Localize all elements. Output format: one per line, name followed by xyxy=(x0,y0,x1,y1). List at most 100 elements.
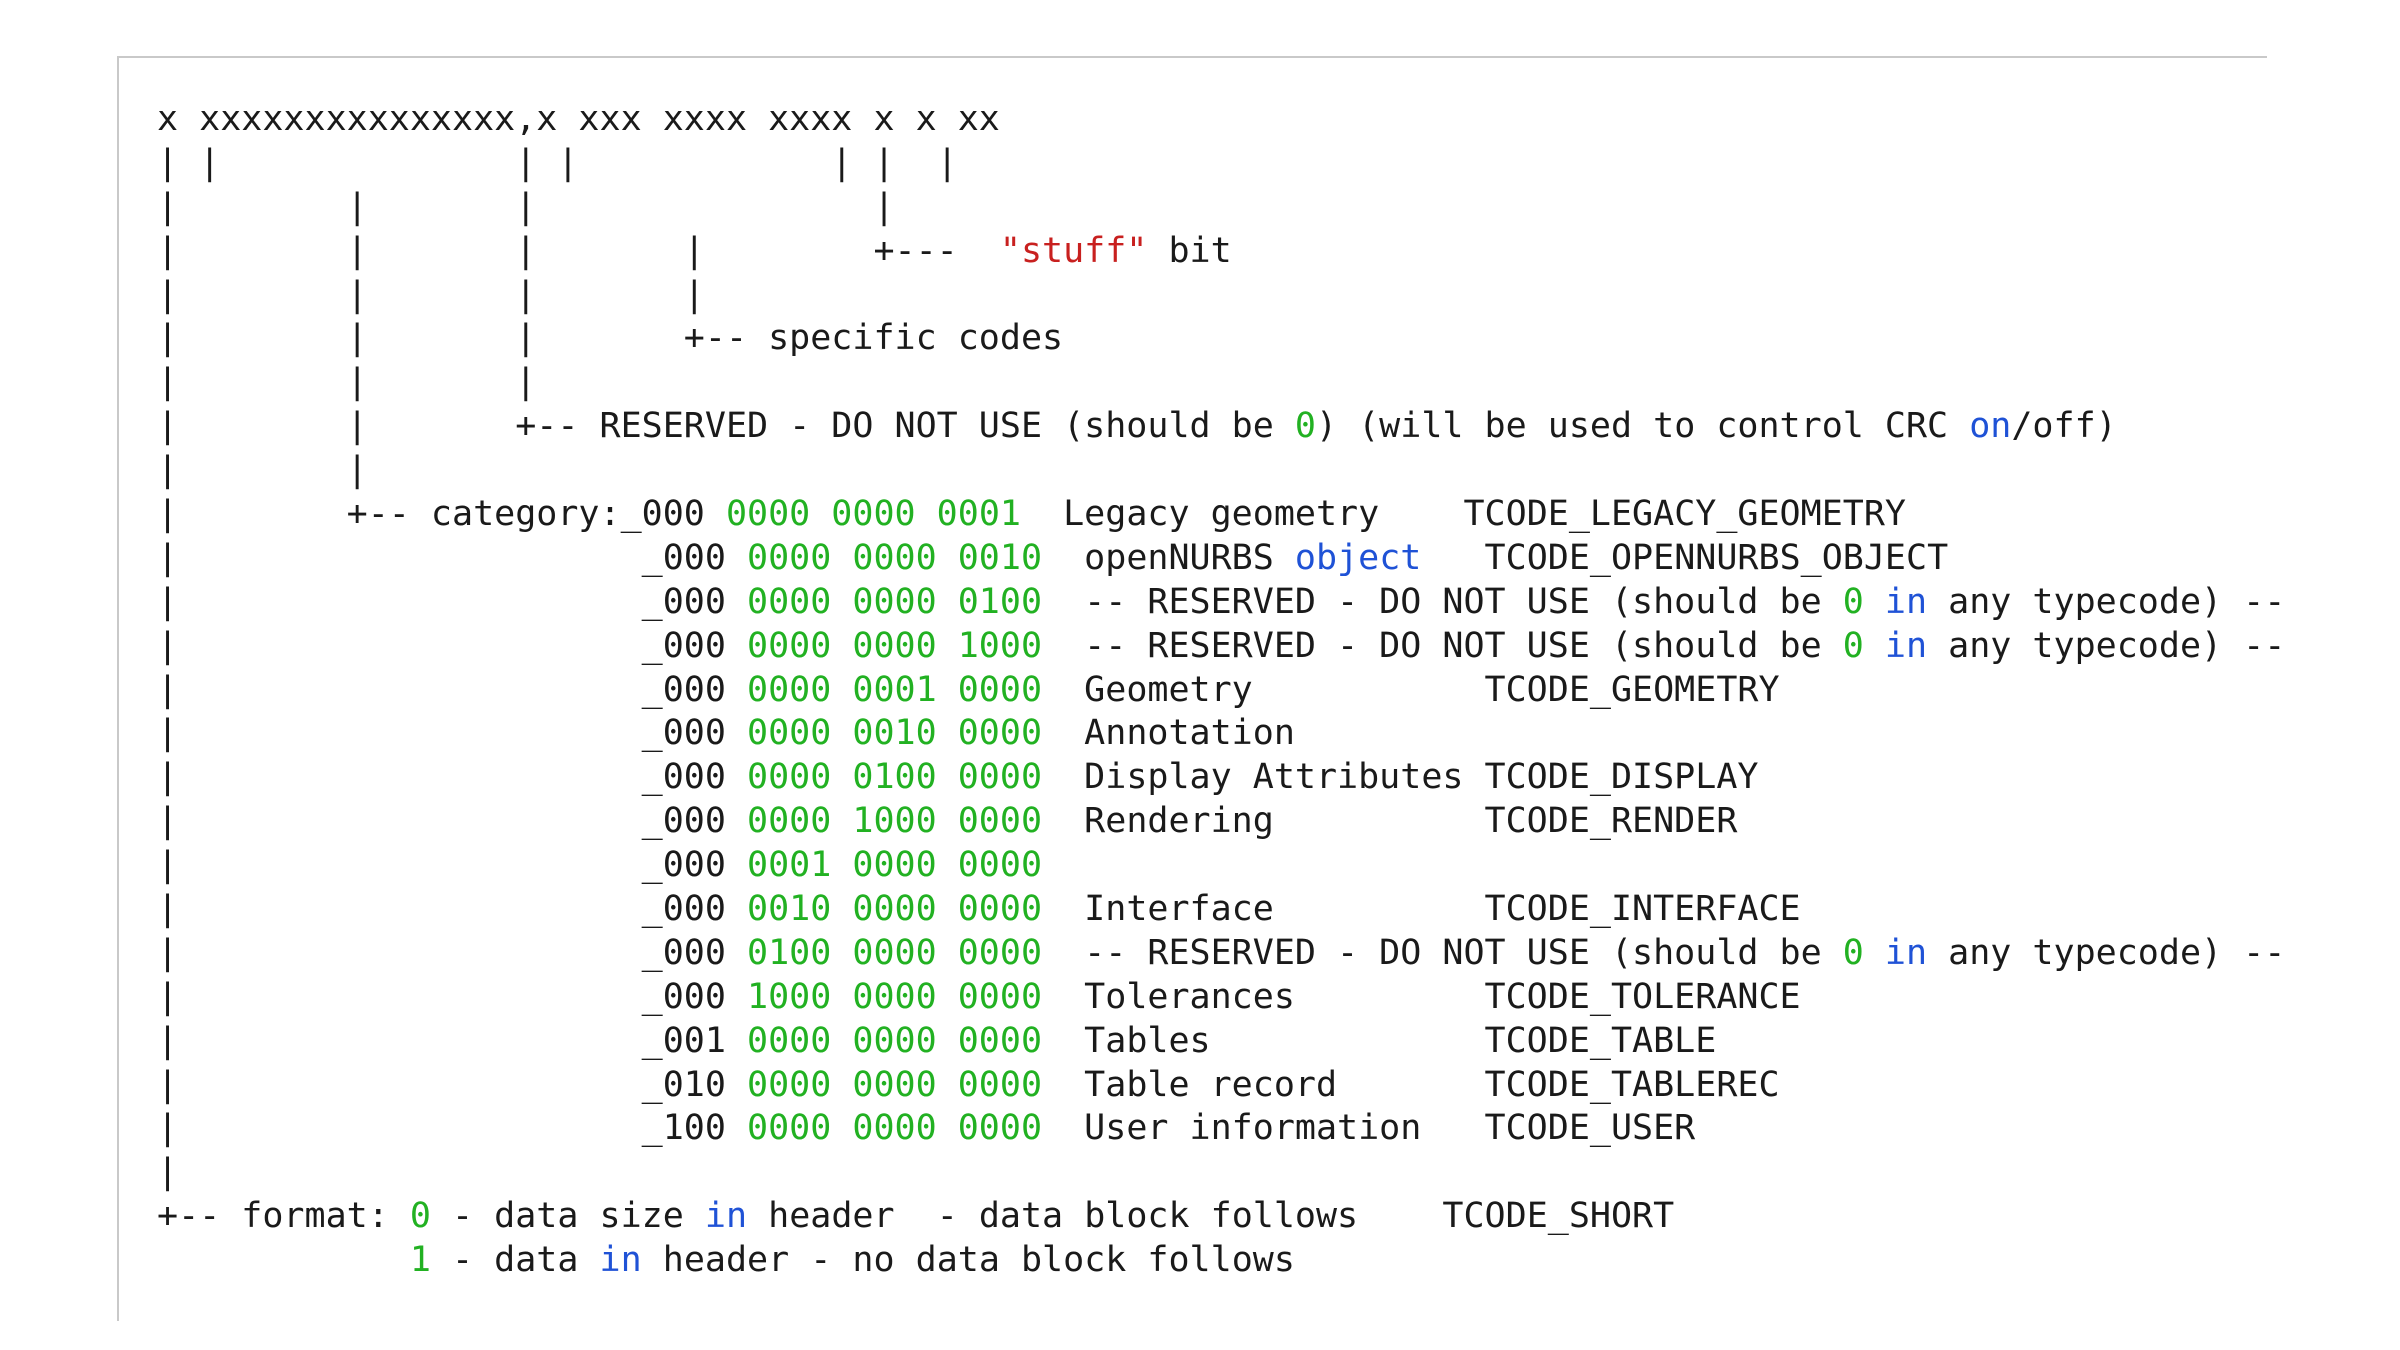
code-text: x xxxxxxxxxxxxxxx,x xxx xxxx xxxx x x xx xyxy=(157,99,1000,139)
code-text: header - data block follows TCODE_SHORT xyxy=(747,1196,1675,1237)
code-token-green: 0000 0000 0100 xyxy=(747,581,1043,622)
code-line: | _000 0001 0000 0000 xyxy=(157,844,2285,888)
code-text: header - no data block follows xyxy=(641,1240,1295,1281)
code-text: | _000 xyxy=(157,757,748,798)
code-text: | | | | +--- xyxy=(157,230,1000,271)
code-line: | | | +-- specific codes xyxy=(157,317,2285,361)
code-line: | | | | xyxy=(157,274,2285,318)
code-token-green: 0000 0000 0000 xyxy=(747,1020,1043,1061)
code-token-red: "stuff" xyxy=(999,230,1148,271)
code-text: Legacy geometry TCODE_LEGACY_GEOMETRY xyxy=(1020,494,1906,535)
code-text: Geometry TCODE_GEOMETRY xyxy=(1042,669,1780,710)
code-token-green: 0000 1000 0000 xyxy=(747,801,1043,842)
code-text: | _000 xyxy=(157,537,748,578)
code-line: | _000 0010 0000 0000 Interface TCODE_IN… xyxy=(157,888,2285,932)
code-token-green: 0 xyxy=(1842,932,1864,973)
code-text: | _000 xyxy=(157,801,748,842)
code-line: | | | | xyxy=(157,186,2285,230)
code-token-blue: in xyxy=(1884,932,1928,973)
code-line: | _000 0000 0000 1000 -- RESERVED - DO N… xyxy=(157,625,2285,669)
code-text: Annotation xyxy=(1042,713,1295,754)
code-line: | | +-- RESERVED - DO NOT USE (should be… xyxy=(157,405,2285,449)
code-token-green: 0000 0010 0000 xyxy=(747,713,1043,754)
code-line: | _000 1000 0000 0000 Tolerances TCODE_T… xyxy=(157,976,2285,1020)
code-text: User information TCODE_USER xyxy=(1042,1108,1696,1149)
code-text: Rendering TCODE_RENDER xyxy=(1042,801,1738,842)
code-text: -- RESERVED - DO NOT USE (should be xyxy=(1042,932,1843,973)
code-token-blue: in xyxy=(1884,581,1928,622)
code-line: | _000 0000 0001 0000 Geometry TCODE_GEO… xyxy=(157,669,2285,713)
code-line: | xyxy=(157,1151,2285,1195)
code-token-blue: on xyxy=(1969,406,2012,447)
code-line: | +-- category:_000 0000 0000 0001 Legac… xyxy=(157,493,2285,537)
code-text: -- RESERVED - DO NOT USE (should be xyxy=(1042,581,1843,622)
code-text: any typecode) -- xyxy=(1927,581,2286,622)
code-text: | _000 xyxy=(157,889,748,930)
code-text: | xyxy=(157,1152,179,1193)
code-token-green: 0100 0000 0000 xyxy=(747,932,1043,973)
code-text: | _000 xyxy=(157,669,748,710)
code-line: | _000 0000 0010 0000 Annotation xyxy=(157,712,2285,756)
code-text: | _000 xyxy=(157,581,748,622)
code-text: | | | | | | | xyxy=(157,142,958,183)
code-token-green: 0000 0000 0000 xyxy=(747,1064,1043,1105)
code-token-green: 0000 0100 0000 xyxy=(747,757,1043,798)
code-token-green: 0000 0000 0000 xyxy=(747,1108,1043,1149)
code-text: | _000 xyxy=(157,845,748,886)
code-text: +-- format: xyxy=(157,1196,410,1237)
code-line: | | xyxy=(157,449,2285,493)
code-text: | _000 xyxy=(157,976,748,1017)
code-token-green: 1000 0000 0000 xyxy=(747,976,1043,1017)
code-token-green: 0001 0000 0000 xyxy=(747,845,1043,886)
code-line: | _000 0000 0000 0010 openNURBS object T… xyxy=(157,537,2285,581)
code-token-blue: in xyxy=(599,1240,642,1281)
code-line: | _001 0000 0000 0000 Tables TCODE_TABLE xyxy=(157,1020,2285,1064)
code-token-blue: object xyxy=(1294,537,1422,578)
code-text: | _100 xyxy=(157,1108,748,1149)
code-line: x xxxxxxxxxxxxxxx,x xxx xxxx xxxx x x xx xyxy=(157,98,2285,142)
code-text: Tables TCODE_TABLE xyxy=(1042,1020,1717,1061)
typecode-bit-layout-code: x xxxxxxxxxxxxxxx,x xxx xxxx xxxx x x xx… xyxy=(157,98,2285,1283)
code-line: | | | | +--- "stuff" bit xyxy=(157,230,2285,274)
code-text: any typecode) -- xyxy=(1927,932,2286,973)
code-token-green: 0 xyxy=(1842,625,1864,666)
code-text: | _010 xyxy=(157,1064,748,1105)
code-text: openNURBS xyxy=(1042,537,1295,578)
code-token-green: 0 xyxy=(409,1196,431,1237)
code-text: | | | | xyxy=(157,186,895,227)
code-token-green: 0000 0000 0010 xyxy=(747,537,1043,578)
code-text: | _000 xyxy=(157,932,748,973)
code-line: | _000 0000 1000 0000 Rendering TCODE_RE… xyxy=(157,800,2285,844)
code-text: Interface TCODE_INTERFACE xyxy=(1042,889,1801,930)
code-text: | _000 xyxy=(157,713,748,754)
code-text: -- RESERVED - DO NOT USE (should be xyxy=(1042,625,1843,666)
code-text: | _000 xyxy=(157,625,748,666)
code-line: 1 - data in header - no data block follo… xyxy=(157,1239,2285,1283)
code-block-frame: x xxxxxxxxxxxxxxx,x xxx xxxx xxxx x x xx… xyxy=(117,56,2285,1321)
code-line: | | | | | | | xyxy=(157,142,2285,186)
code-text: /off) xyxy=(2011,406,2117,447)
code-line: | _000 0100 0000 0000 -- RESERVED - DO N… xyxy=(157,932,2285,976)
code-text: | | | | xyxy=(157,274,705,315)
code-text: - data size xyxy=(430,1196,705,1237)
code-token-blue: in xyxy=(704,1196,748,1237)
code-line: +-- format: 0 - data size in header - da… xyxy=(157,1195,2285,1239)
code-text: | | | +-- specific codes xyxy=(157,318,1064,359)
code-token-green: 1 xyxy=(409,1240,431,1281)
code-line: | _000 0000 0000 0100 -- RESERVED - DO N… xyxy=(157,581,2285,625)
code-text: | | xyxy=(157,450,368,491)
code-text: | | | xyxy=(157,362,537,403)
code-text: Table record TCODE_TABLEREC xyxy=(1042,1064,1780,1105)
code-text: | +-- category:_000 xyxy=(157,494,726,535)
code-text: TCODE_OPENNURBS_OBJECT xyxy=(1421,537,1949,578)
code-text: ) (will be used to control CRC xyxy=(1315,406,1970,447)
code-token-blue: in xyxy=(1884,625,1928,666)
code-line: | _100 0000 0000 0000 User information T… xyxy=(157,1107,2285,1151)
code-line: | | | xyxy=(157,361,2285,405)
code-token-green: 0 xyxy=(1294,406,1316,447)
code-token-green: 0010 0000 0000 xyxy=(747,889,1043,930)
